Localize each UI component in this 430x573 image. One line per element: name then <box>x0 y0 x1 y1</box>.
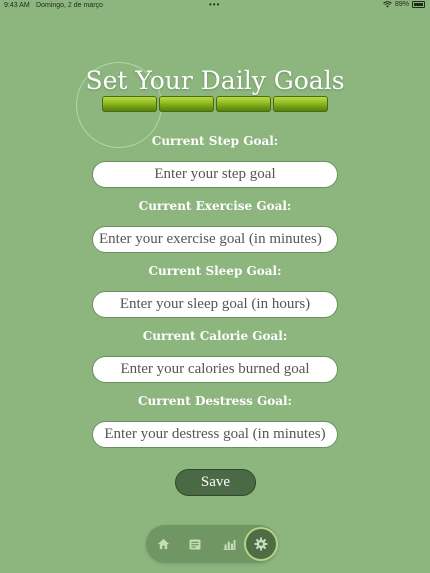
multitasking-dots-icon[interactable]: ••• <box>209 0 220 9</box>
bar-chart-icon <box>223 539 235 550</box>
status-bar: 9:43 AM Domingo, 2 de março ••• 89% <box>0 0 430 12</box>
sleep-goal-label: Current Sleep Goal: <box>148 264 282 278</box>
battery-icon <box>412 1 425 8</box>
step-goal-input[interactable] <box>92 161 338 188</box>
sleep-goal-input[interactable] <box>92 291 338 318</box>
tab-stats[interactable] <box>214 529 244 559</box>
destress-goal-input[interactable] <box>92 421 338 448</box>
journal-icon <box>189 538 201 550</box>
tab-home[interactable] <box>148 529 178 559</box>
destress-goal-label: Current Destress Goal: <box>137 394 292 408</box>
wifi-icon <box>383 1 392 8</box>
tab-journal[interactable] <box>180 529 210 559</box>
tab-bar <box>146 525 278 563</box>
gear-icon <box>254 537 268 551</box>
page-title: Set Your Daily Goals <box>85 66 345 95</box>
exercise-goal-input[interactable] <box>92 226 338 253</box>
home-icon <box>157 538 169 550</box>
save-button[interactable]: Save <box>175 469 256 496</box>
tab-settings[interactable] <box>246 529 276 559</box>
exercise-goal-label: Current Exercise Goal: <box>138 199 292 213</box>
bamboo-decoration <box>102 96 328 112</box>
status-time: 9:43 AM <box>4 2 30 9</box>
calorie-goal-label: Current Calorie Goal: <box>142 329 288 343</box>
status-date: Domingo, 2 de março <box>36 2 103 9</box>
step-goal-label: Current Step Goal: <box>151 134 279 148</box>
calorie-goal-input[interactable] <box>92 356 338 383</box>
battery-percent: 89% <box>394 1 409 8</box>
status-right: 89% <box>383 1 425 8</box>
